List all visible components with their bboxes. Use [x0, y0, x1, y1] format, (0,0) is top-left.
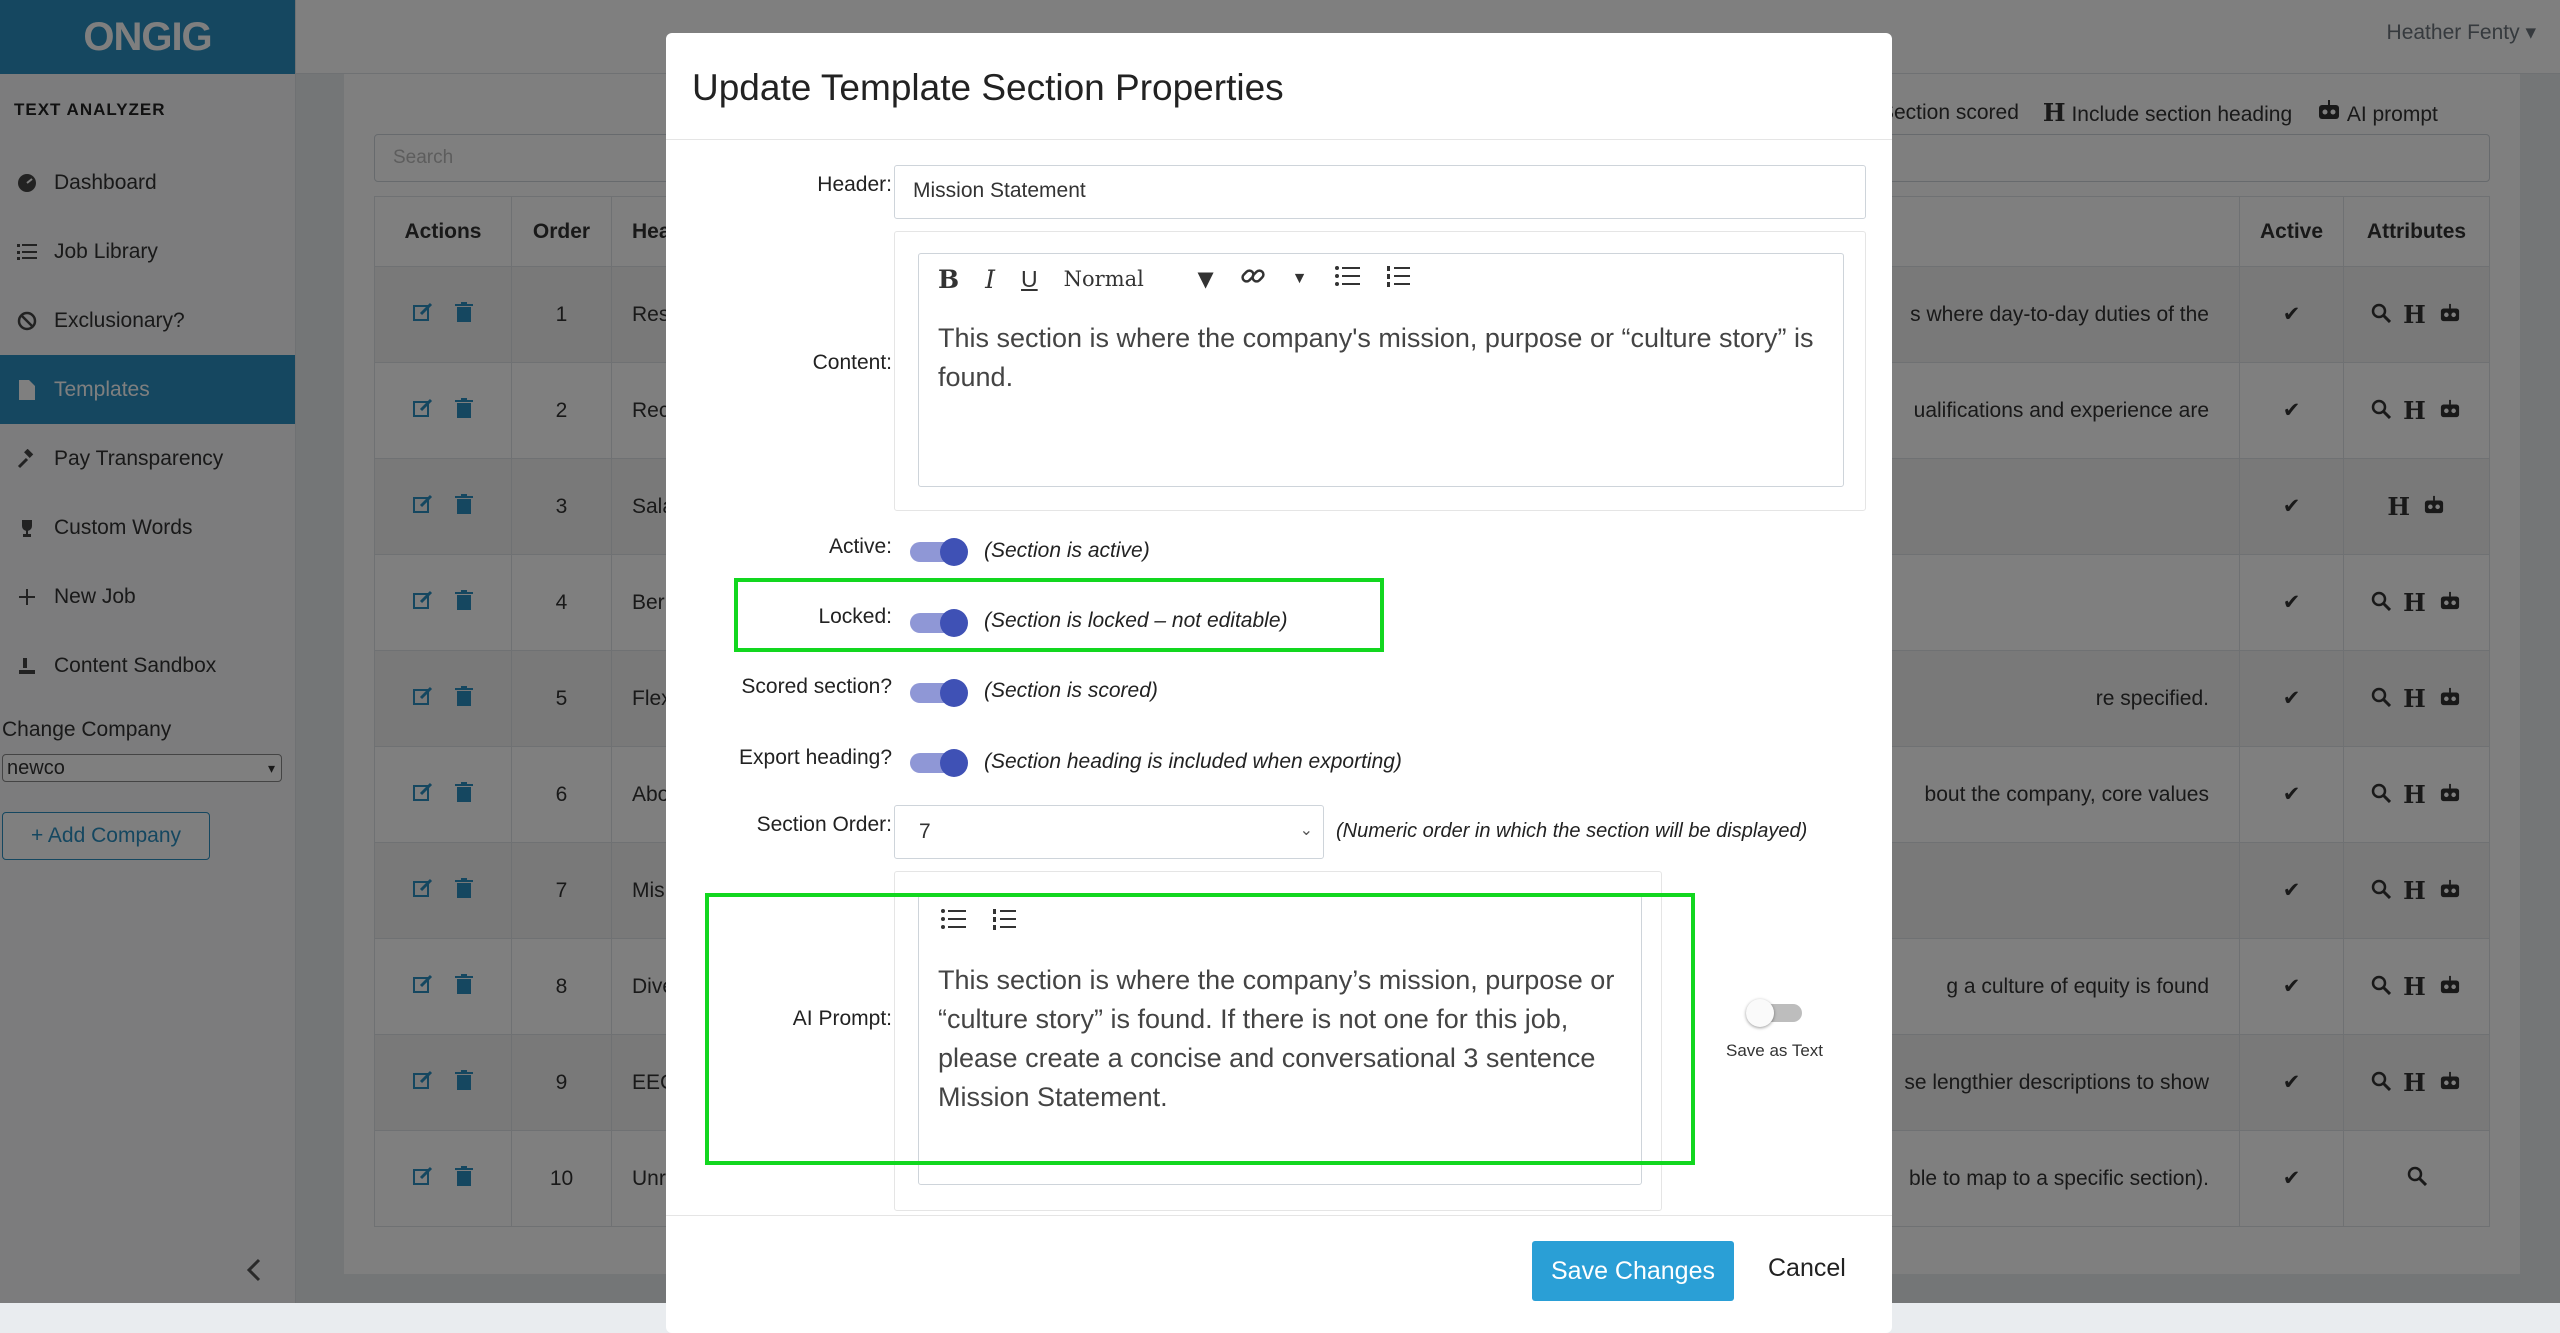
content-toolbar: B I U Normal ▼ ▼ [938, 263, 1410, 295]
scored-label: Scored section? [741, 675, 892, 698]
underline-icon[interactable]: U [1021, 266, 1038, 293]
modal-title: Update Template Section Properties [692, 67, 1284, 108]
highlight-locked [734, 578, 1384, 652]
export-hint: (Section heading is included when export… [984, 750, 1402, 773]
bold-icon[interactable]: B [938, 265, 959, 294]
caret-down-icon: ▼ [1197, 267, 1214, 291]
update-section-modal: Update Template Section Properties Heade… [666, 33, 1892, 1333]
section-order-value: 7 [919, 820, 931, 843]
italic-icon[interactable]: I [985, 265, 995, 294]
numbered-list-icon[interactable] [1386, 264, 1410, 294]
active-hint: (Section is active) [984, 539, 1150, 562]
order-hint: (Numeric order in which the section will… [1336, 820, 1808, 842]
order-label: Section Order: [756, 813, 892, 836]
export-toggle[interactable] [910, 749, 968, 777]
cancel-button[interactable]: Cancel [1768, 1254, 1846, 1283]
modal-divider [666, 139, 1892, 140]
link-icon[interactable] [1240, 263, 1266, 295]
highlight-ai-prompt [705, 893, 1695, 1165]
active-toggle[interactable] [910, 538, 968, 566]
content-label: Content: [812, 351, 892, 374]
format-select[interactable]: Normal ▼ [1064, 267, 1214, 291]
save-as-text-label: Save as Text [1726, 1041, 1824, 1060]
active-label: Active: [828, 535, 892, 558]
caret-down-icon[interactable]: ▼ [1292, 270, 1308, 288]
content-editor-text[interactable]: This section is where the company's miss… [938, 319, 1828, 397]
scored-hint: (Section is scored) [984, 679, 1158, 702]
export-label: Export heading? [739, 746, 892, 769]
section-order-select[interactable]: 7 ⌄ [894, 805, 1324, 859]
chevron-down-icon: ⌄ [1299, 822, 1313, 839]
save-changes-button[interactable]: Save Changes [1532, 1241, 1734, 1301]
header-label: Header: [817, 173, 892, 196]
save-as-text-toggle[interactable] [1746, 999, 1804, 1027]
scored-toggle[interactable] [910, 679, 968, 707]
header-input[interactable]: Mission Statement [894, 165, 1866, 219]
footer-divider [666, 1215, 1892, 1216]
bullet-list-icon[interactable] [1334, 265, 1360, 293]
